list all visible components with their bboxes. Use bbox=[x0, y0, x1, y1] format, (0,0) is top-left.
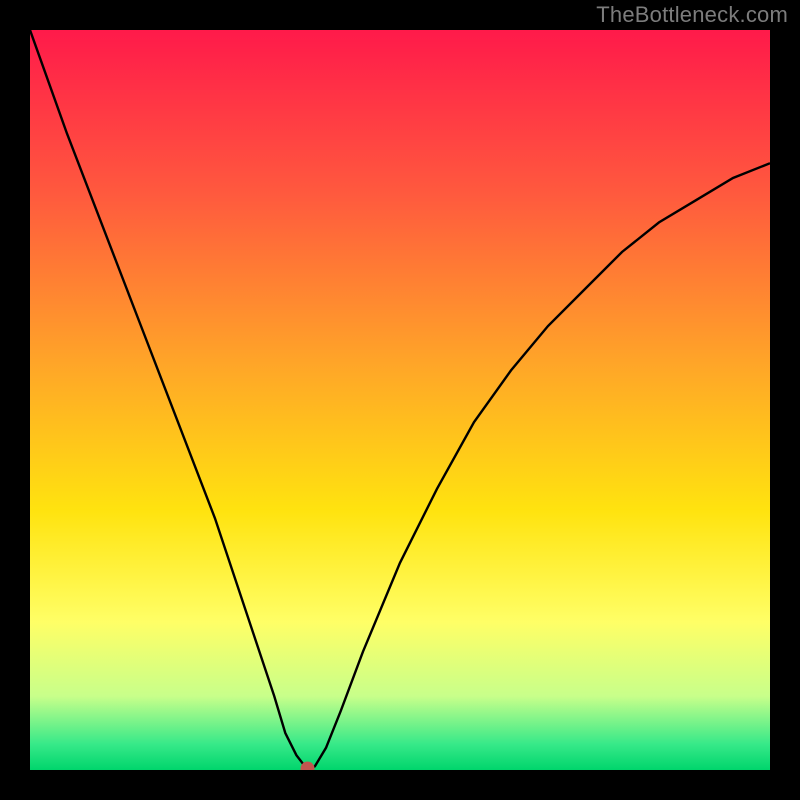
gradient-background bbox=[30, 30, 770, 770]
chart-frame: TheBottleneck.com bbox=[0, 0, 800, 800]
chart-svg bbox=[30, 30, 770, 770]
plot-area bbox=[30, 30, 770, 770]
watermark-text: TheBottleneck.com bbox=[596, 2, 788, 28]
